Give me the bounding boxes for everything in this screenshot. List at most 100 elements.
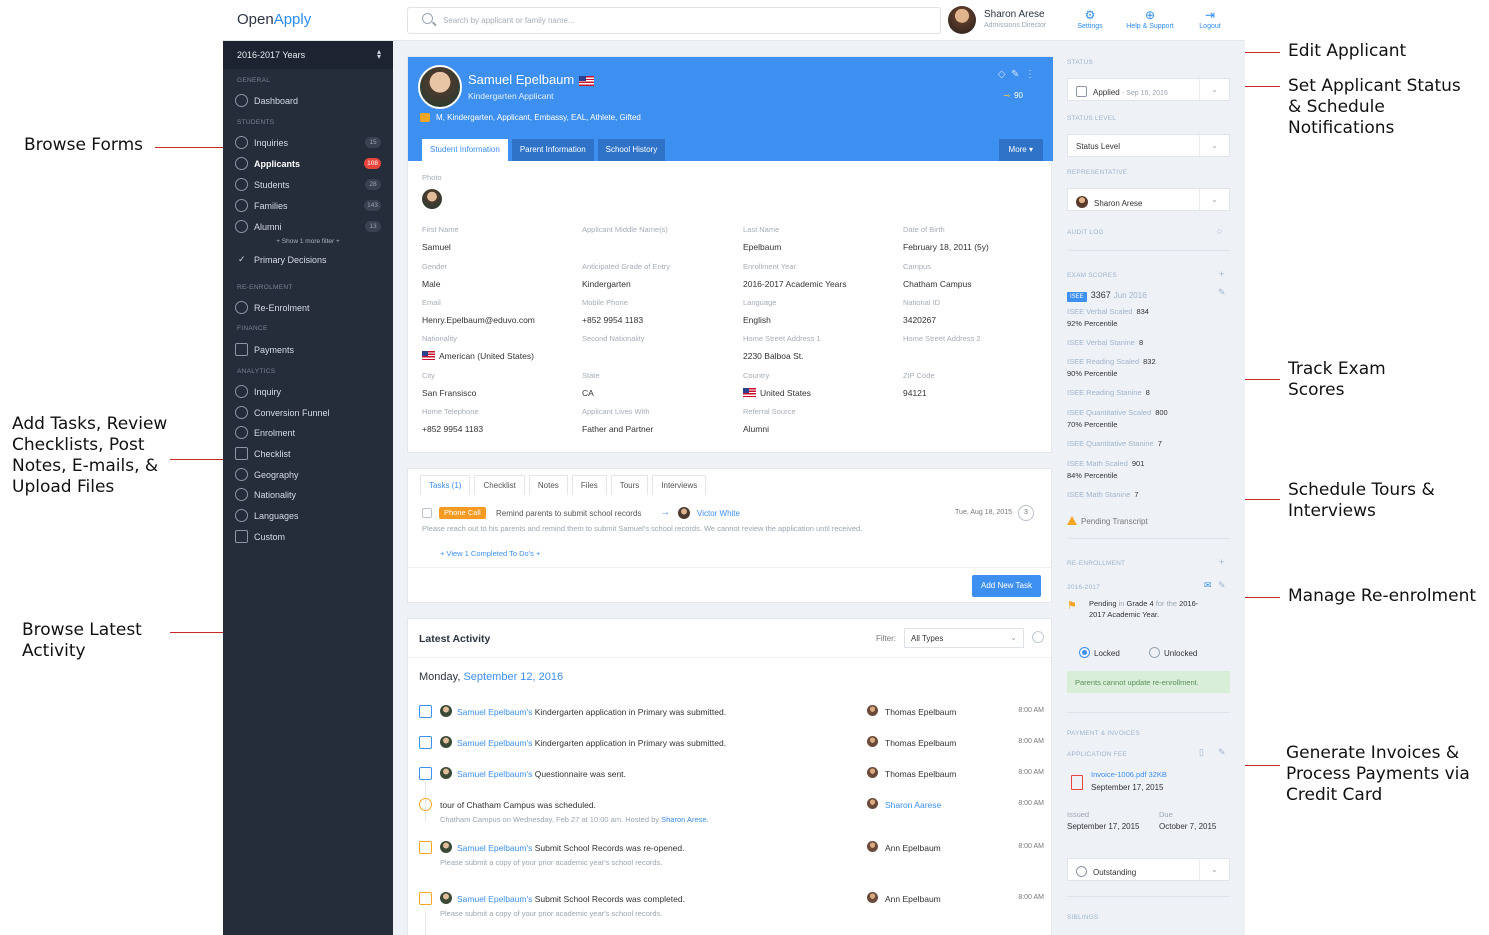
tag-icon bbox=[420, 113, 430, 123]
sidebar-item-payments[interactable]: Payments bbox=[235, 342, 381, 358]
tab-files[interactable]: Files bbox=[571, 475, 607, 495]
task-date: Tue, Aug 18, 2015 bbox=[955, 509, 1012, 516]
section-general: GENERAL bbox=[237, 77, 271, 84]
sidebar-item-alumni[interactable]: Alumni 13 bbox=[235, 219, 381, 235]
chevron-down-icon: ⌄ bbox=[1199, 79, 1229, 100]
sidebar-item-primary-decisions[interactable]: ✓ Primary Decisions bbox=[235, 252, 381, 268]
search-icon[interactable]: ○ bbox=[1217, 226, 1222, 236]
task-checkbox[interactable] bbox=[422, 508, 432, 518]
exam-row: ISEE Verbal Scaled 834 92% Percentile bbox=[1067, 307, 1149, 328]
applicant-photo[interactable] bbox=[422, 189, 442, 209]
section-analytics: ANALYTICS bbox=[237, 368, 276, 375]
activity-row[interactable]: Samuel Epelbaum's Kindergarten applicati… bbox=[419, 704, 1044, 730]
search-input[interactable]: Search by applicant or family name... bbox=[407, 7, 941, 34]
task-comment-count[interactable]: 3 bbox=[1018, 505, 1034, 521]
divider bbox=[408, 657, 1051, 658]
view-completed-link[interactable]: + View 1 Completed To Do's + bbox=[440, 549, 540, 558]
task-title[interactable]: Remind parents to submit school records bbox=[496, 509, 641, 518]
sidebar-item-dashboard[interactable]: Dashboard bbox=[235, 93, 381, 109]
task-assignee[interactable]: Victor White bbox=[697, 509, 740, 518]
edit-icon[interactable]: ✎ bbox=[1218, 580, 1226, 591]
sidebar-item-families[interactable]: Families 143 bbox=[235, 198, 381, 214]
logout-button[interactable]: ⇥ Logout bbox=[1180, 8, 1240, 30]
activity-title: Latest Activity bbox=[419, 633, 491, 645]
lifebuoy-icon: ⊕ bbox=[1144, 8, 1156, 22]
section-finance: FINANCE bbox=[237, 325, 268, 332]
document-icon bbox=[419, 892, 432, 905]
locked-radio[interactable]: Locked bbox=[1079, 647, 1120, 658]
clock-icon bbox=[1076, 866, 1087, 877]
show-more-filters[interactable]: + Show 1 more filter + bbox=[223, 238, 393, 245]
field-address-1: Home Street Address 1 2230 Balboa St. bbox=[743, 334, 821, 361]
more-button[interactable]: More ▾ bbox=[998, 139, 1043, 161]
applicant-avatar[interactable] bbox=[418, 65, 462, 109]
tab-tasks[interactable]: Tasks (1) bbox=[420, 475, 471, 495]
plus-icon[interactable]: + bbox=[1219, 269, 1224, 279]
status-select[interactable]: Applied - Sep 16, 2016 ⌄ bbox=[1067, 78, 1230, 101]
app-logo[interactable]: OpenApply bbox=[237, 11, 311, 28]
year-selector[interactable]: 2016-2017 Years ▴ ▾ bbox=[223, 41, 393, 69]
callout-set-status: Set Applicant Status & Schedule Notifica… bbox=[1288, 76, 1461, 138]
activity-row[interactable]: tour of Chatham Campus was scheduled. Ch… bbox=[419, 797, 1044, 829]
tab-interviews[interactable]: Interviews bbox=[652, 475, 707, 495]
activity-row[interactable]: Samuel Epelbaum's Submit School Records … bbox=[419, 840, 1044, 872]
reenrollment-label: RE-ENROLLMENT bbox=[1067, 560, 1126, 567]
plus-icon[interactable]: + bbox=[1219, 557, 1224, 567]
edit-icon[interactable]: ✎ bbox=[1218, 747, 1226, 758]
due-date: Due October 7, 2015 bbox=[1159, 810, 1217, 831]
field-address-2: Home Street Address 2 bbox=[903, 334, 981, 343]
avatar bbox=[440, 841, 452, 853]
activity-filter-select[interactable]: All Types ⌄ bbox=[904, 628, 1024, 648]
tab-school-history[interactable]: School History bbox=[597, 139, 666, 161]
tab-tours[interactable]: Tours bbox=[610, 475, 649, 495]
sidebar: 2016-2017 Years ▴ ▾ GENERAL Dashboard STUD… bbox=[223, 41, 393, 935]
pending-transcript[interactable]: Pending Transcript bbox=[1067, 516, 1148, 526]
sidebar-item-languages[interactable]: Languages bbox=[235, 508, 381, 524]
edit-icon[interactable]: ✎ bbox=[1011, 69, 1019, 80]
user-avatar[interactable] bbox=[948, 6, 976, 34]
status-level-select[interactable]: Status Level ⌄ bbox=[1067, 134, 1230, 157]
unlocked-radio[interactable]: Unlocked bbox=[1149, 647, 1197, 658]
tab-checklist[interactable]: Checklist bbox=[474, 475, 525, 495]
photo-label: Photo bbox=[422, 173, 442, 182]
activity-row[interactable]: Samuel Epelbaum's Questionnaire was sent… bbox=[419, 766, 1044, 792]
invoice-status-select[interactable]: Outstanding ⌄ bbox=[1067, 858, 1230, 881]
settings-button[interactable]: ⚙ Settings bbox=[1060, 8, 1120, 30]
envelope-icon[interactable]: ✉ bbox=[1204, 580, 1212, 591]
sidebar-item-nationality[interactable]: Nationality bbox=[235, 487, 381, 503]
user-name[interactable]: Sharon Arese bbox=[984, 9, 1045, 20]
sidebar-item-geography[interactable]: Geography bbox=[235, 467, 381, 483]
reenrollment-notice: Parents cannot update re-enrollment. bbox=[1067, 671, 1230, 693]
activity-row[interactable]: Samuel Epelbaum's Kindergarten applicati… bbox=[419, 735, 1044, 761]
tag-outline-icon[interactable]: ◇ bbox=[998, 69, 1006, 80]
sidebar-item-students[interactable]: Students 28 bbox=[235, 177, 381, 193]
activity-row[interactable]: Samuel Epelbaum's Submit School Records … bbox=[419, 891, 1044, 923]
add-task-button[interactable]: Add New Task bbox=[972, 575, 1041, 597]
sidebar-item-checklist[interactable]: Checklist bbox=[235, 446, 381, 462]
document-icon[interactable]: ▯ bbox=[1199, 747, 1204, 758]
sidebar-item-applicants[interactable]: Applicants 108 bbox=[235, 156, 381, 172]
tab-parent-information[interactable]: Parent Information bbox=[511, 139, 594, 161]
flag-icon: ⚑ bbox=[1067, 600, 1077, 612]
field-home-telephone: Home Telephone +852 9954 1183 bbox=[422, 407, 484, 434]
sidebar-item-inquiry[interactable]: Inquiry bbox=[235, 384, 381, 400]
avatar bbox=[440, 767, 452, 779]
audit-log-label[interactable]: AUDIT LOG bbox=[1067, 229, 1104, 236]
representative-select[interactable]: Sharon Arese ⌄ bbox=[1067, 188, 1230, 211]
tab-student-information[interactable]: Student Information bbox=[422, 139, 508, 161]
edit-icon[interactable]: ✎ bbox=[1218, 287, 1226, 298]
sidebar-item-inquiries[interactable]: Inquiries 15 bbox=[235, 135, 381, 151]
sidebar-item-enrolment[interactable]: Enrolment bbox=[235, 425, 381, 441]
sidebar-item-conversion-funnel[interactable]: Conversion Funnel bbox=[235, 405, 381, 421]
invoice-file-link[interactable]: Invoice-1006.pdf 32KB bbox=[1091, 770, 1167, 779]
gear-icon[interactable] bbox=[1032, 631, 1044, 643]
kebab-menu-icon[interactable]: ⋮ bbox=[1025, 69, 1035, 80]
tab-notes[interactable]: Notes bbox=[528, 475, 568, 495]
sidebar-item-custom[interactable]: Custom bbox=[235, 529, 381, 545]
sidebar-item-reenrolment[interactable]: Re-Enrolment bbox=[235, 300, 381, 316]
task-description: Please reach out to his parents and remi… bbox=[422, 524, 863, 533]
callout-browse-forms: Browse Forms bbox=[24, 135, 143, 155]
help-button[interactable]: ⊕ Help & Support bbox=[1120, 8, 1180, 30]
applicant-tags[interactable]: M, Kindergarten, Applicant, Embassy, EAL… bbox=[420, 113, 641, 123]
field-campus: Campus Chatham Campus bbox=[903, 262, 972, 289]
